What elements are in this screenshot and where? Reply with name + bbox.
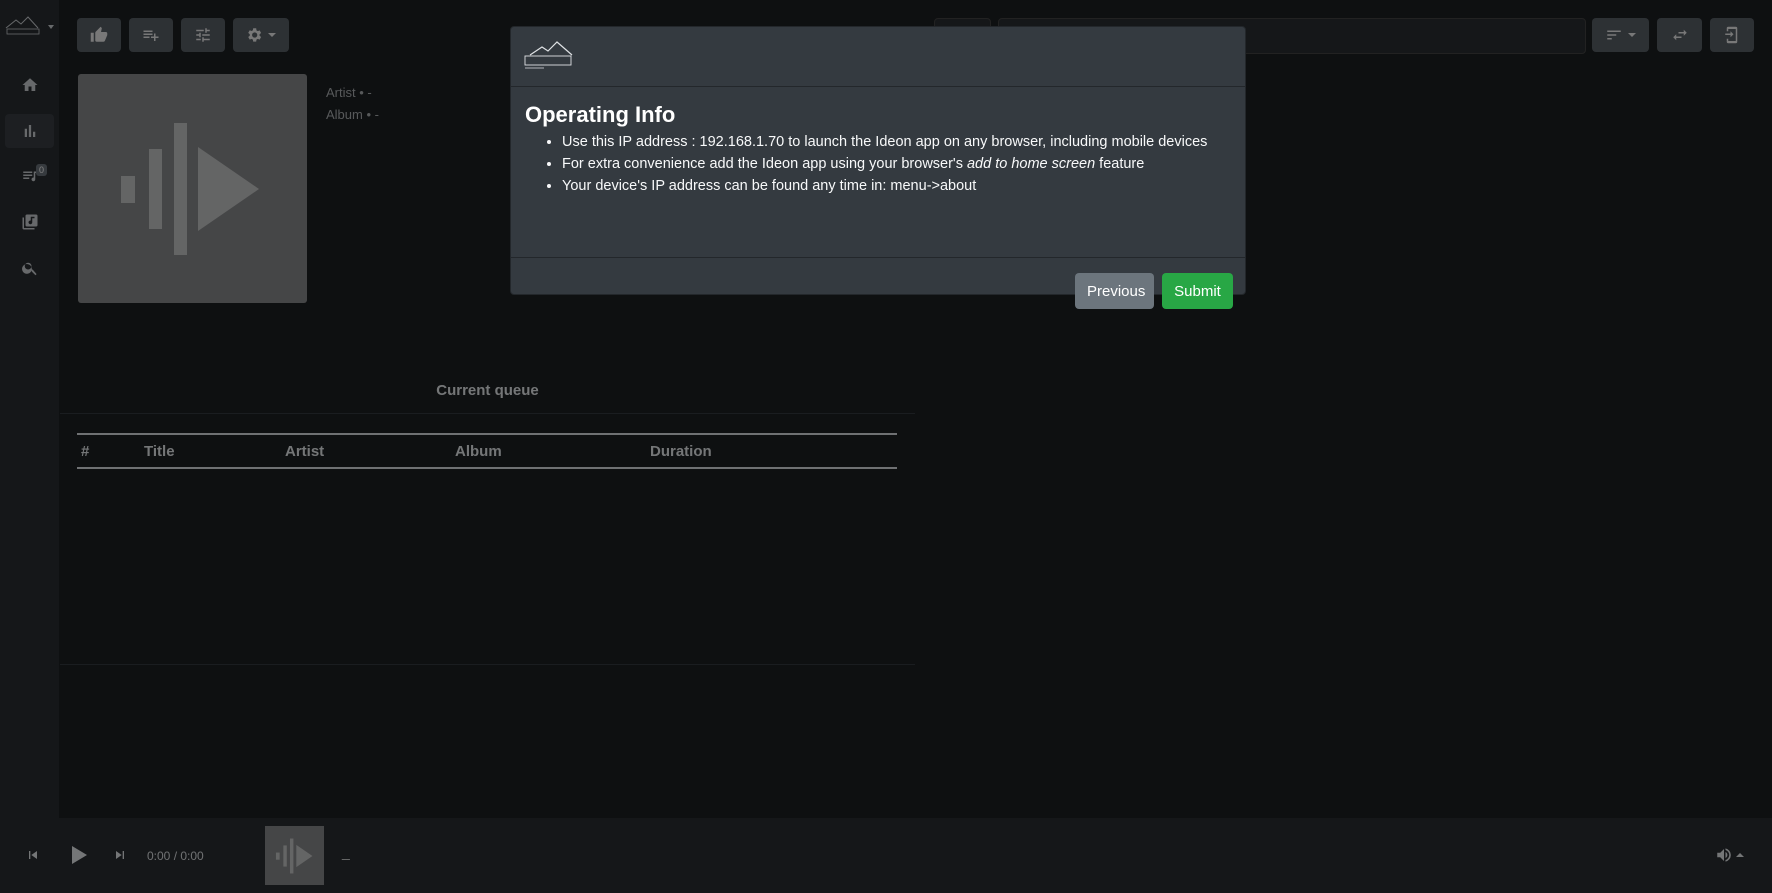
ideon-audio-logo: [524, 41, 573, 69]
info-item-about: Your device's IP address can be found an…: [562, 175, 1207, 197]
previous-button[interactable]: Previous: [1075, 273, 1154, 309]
modal-footer: Previous Submit: [511, 258, 1245, 322]
modal-body: Operating Info Use this IP address : 192…: [511, 87, 1245, 258]
info-item-ip-address: Use this IP address : 192.168.1.70 to la…: [562, 131, 1207, 153]
modal-header: [511, 27, 1245, 87]
submit-button[interactable]: Submit: [1162, 273, 1233, 309]
operating-info-modal: Operating Info Use this IP address : 192…: [510, 26, 1246, 309]
info-item-home-screen: For extra convenience add the Ideon app …: [562, 153, 1207, 175]
info-text: feature: [1095, 156, 1145, 172]
info-list: Use this IP address : 192.168.1.70 to la…: [525, 131, 1207, 197]
info-emphasis: add to home screen: [966, 156, 1096, 172]
modal-title: Operating Info: [525, 102, 676, 127]
info-text: For extra convenience add the Ideon app …: [562, 156, 967, 172]
